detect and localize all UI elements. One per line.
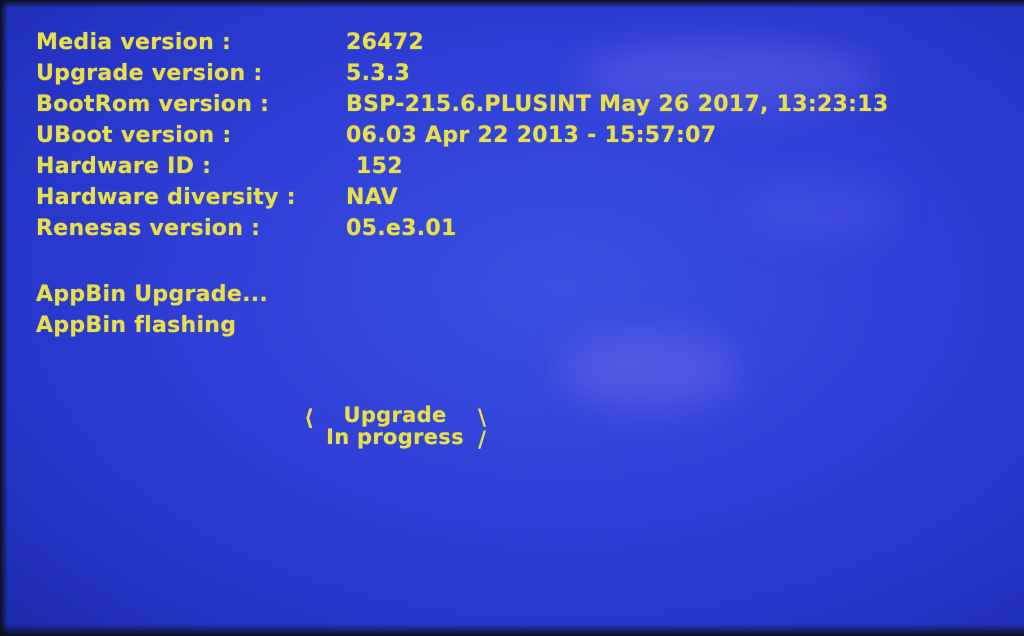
info-row-renesas-version: Renesas version : 05.e3.01 xyxy=(36,216,996,247)
spinner-bracket-bottom-right-icon: / xyxy=(477,428,486,453)
screen-bezel-left xyxy=(0,0,8,636)
info-label: Media version : xyxy=(36,30,232,55)
info-row-bootrom-version: BootRom version : BSP-215.6.PLUSINT May … xyxy=(36,92,996,123)
info-value: 06.03 Apr 22 2013 - 15:57:07 xyxy=(346,123,717,148)
info-row-media-version: Media version : 26472 xyxy=(36,30,996,61)
status-line-appbin-flashing: AppBin flashing xyxy=(36,313,237,338)
info-label: Renesas version : xyxy=(36,216,261,241)
upgrade-status-log: AppBin Upgrade... AppBin flashing xyxy=(36,282,268,344)
progress-title: Upgrade xyxy=(343,403,447,427)
info-value: 152 xyxy=(356,154,403,179)
info-label: BootRom version : xyxy=(36,92,270,117)
screen-glare xyxy=(560,330,740,410)
info-value: 05.e3.01 xyxy=(346,216,457,241)
info-row-hardware-id: Hardware ID : 152 xyxy=(36,154,996,185)
info-value: NAV xyxy=(346,185,398,210)
info-label: Hardware ID : xyxy=(36,154,212,179)
info-value: 26472 xyxy=(346,30,425,55)
screen-bezel-top xyxy=(0,0,1024,8)
info-row-hardware-diversity: Hardware diversity : NAV xyxy=(36,185,996,216)
screen-bezel-bottom xyxy=(0,624,1024,636)
progress-subtitle: In progress xyxy=(326,425,464,449)
info-value: BSP-215.6.PLUSINT May 26 2017, 13:23:13 xyxy=(346,92,889,117)
info-value: 5.3.3 xyxy=(346,61,411,86)
status-line-appbin-upgrade: AppBin Upgrade... xyxy=(36,282,269,307)
spinner-bracket-left-icon: ⟨ xyxy=(304,406,315,431)
version-info-table: Media version : 26472 Upgrade version : … xyxy=(36,30,996,247)
upgrade-progress-indicator: ⟨ \ Upgrade In progress / xyxy=(300,404,490,454)
info-row-uboot-version: UBoot version : 06.03 Apr 22 2013 - 15:5… xyxy=(36,123,996,154)
info-label: UBoot version : xyxy=(36,123,232,148)
upgrade-screen: Media version : 26472 Upgrade version : … xyxy=(0,0,1024,636)
info-label: Hardware diversity : xyxy=(36,185,296,210)
info-row-upgrade-version: Upgrade version : 5.3.3 xyxy=(36,61,996,92)
info-label: Upgrade version : xyxy=(36,61,263,86)
